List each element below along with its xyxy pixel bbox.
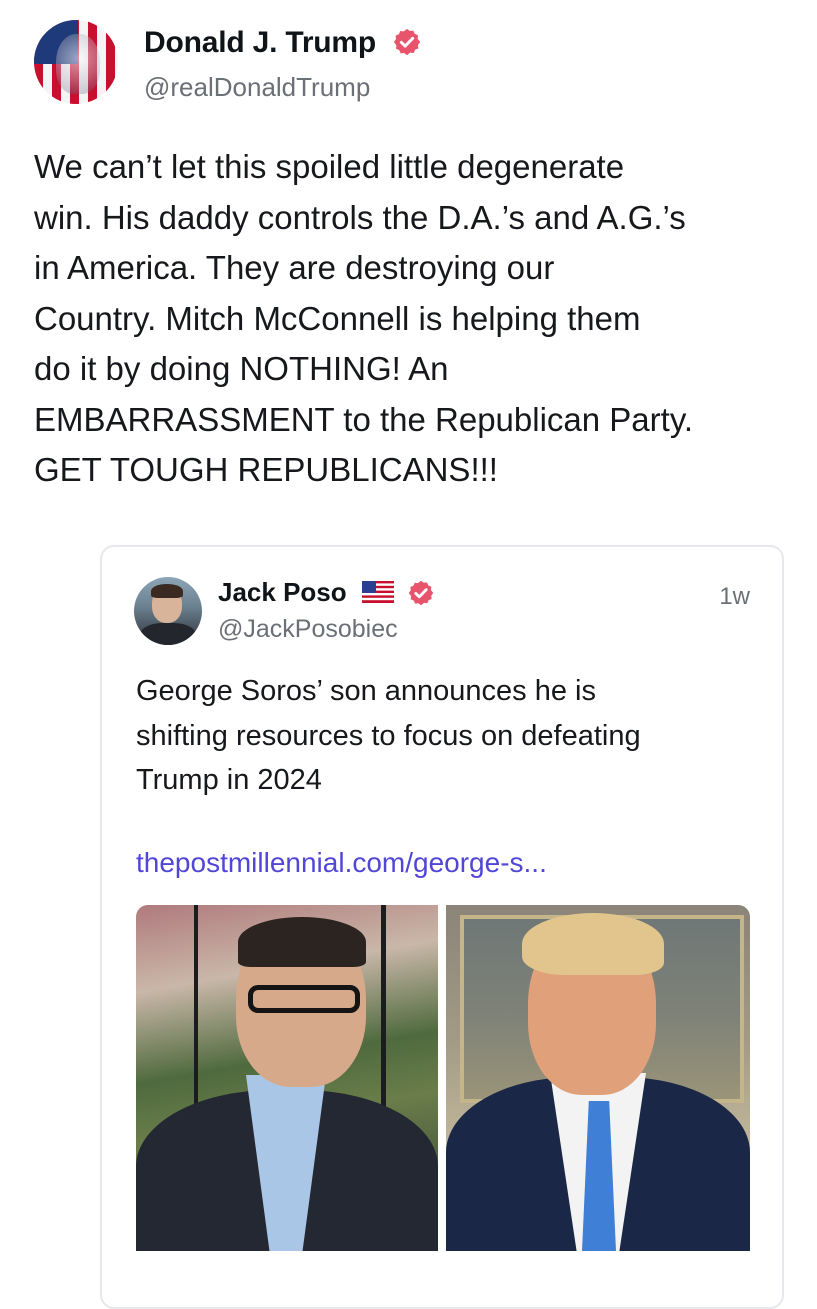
preview-photo-left xyxy=(136,905,438,1251)
quoted-text-line: Trump in 2024 xyxy=(136,764,322,796)
quoted-author-name-row[interactable]: Jack Poso xyxy=(218,577,435,608)
quoted-author-handle[interactable]: @JackPosobiec xyxy=(218,615,398,644)
post-text-line: in America. They are destroying our xyxy=(34,249,555,286)
post-text-line: Country. Mitch McConnell is helping them xyxy=(34,299,641,337)
post-text: We can’t let this spoiled little degener… xyxy=(34,142,794,496)
post-text-line: do it by doing NOTHING! An xyxy=(34,350,449,387)
quoted-text-line: George Soros’ son announces he is xyxy=(136,675,596,707)
author-name-row[interactable]: Donald J. Trump xyxy=(144,26,422,60)
post-text-line: GET TOUGH REPUBLICANS!!! xyxy=(34,451,498,488)
post-text-line: We can’t let this spoiled little degener… xyxy=(34,148,625,185)
preview-photo-right xyxy=(446,905,750,1251)
quoted-post-text: George Soros’ son announces he is shifti… xyxy=(136,669,756,803)
verified-badge-icon xyxy=(394,28,421,56)
quoted-post-link[interactable]: thepostmillennial.com/george-s... xyxy=(136,847,547,879)
quoted-author-name[interactable]: Jack Poso xyxy=(218,577,347,607)
quoted-text-line: shifting resources to focus on defeating xyxy=(136,719,641,752)
author-avatar[interactable] xyxy=(34,20,118,104)
quoted-author-avatar[interactable] xyxy=(134,577,202,645)
post-text-line: EMBARRASSMENT to the Republican Party. xyxy=(34,400,694,438)
verified-badge-icon xyxy=(408,580,434,606)
author-handle[interactable]: @realDonaldTrump xyxy=(144,72,370,103)
quoted-post-timestamp[interactable]: 1w xyxy=(719,583,750,611)
post-text-line: win. His daddy controls the D.A.’s and A… xyxy=(34,198,686,236)
post-header: Donald J. Trump @realDonaldTrump xyxy=(34,20,794,106)
author-name[interactable]: Donald J. Trump xyxy=(144,26,376,59)
us-flag-icon xyxy=(361,581,394,603)
quoted-post-card[interactable]: Jack Poso @JackPosobiec 1w George Soros’… xyxy=(100,545,784,1309)
link-preview-image[interactable] xyxy=(136,905,750,1251)
